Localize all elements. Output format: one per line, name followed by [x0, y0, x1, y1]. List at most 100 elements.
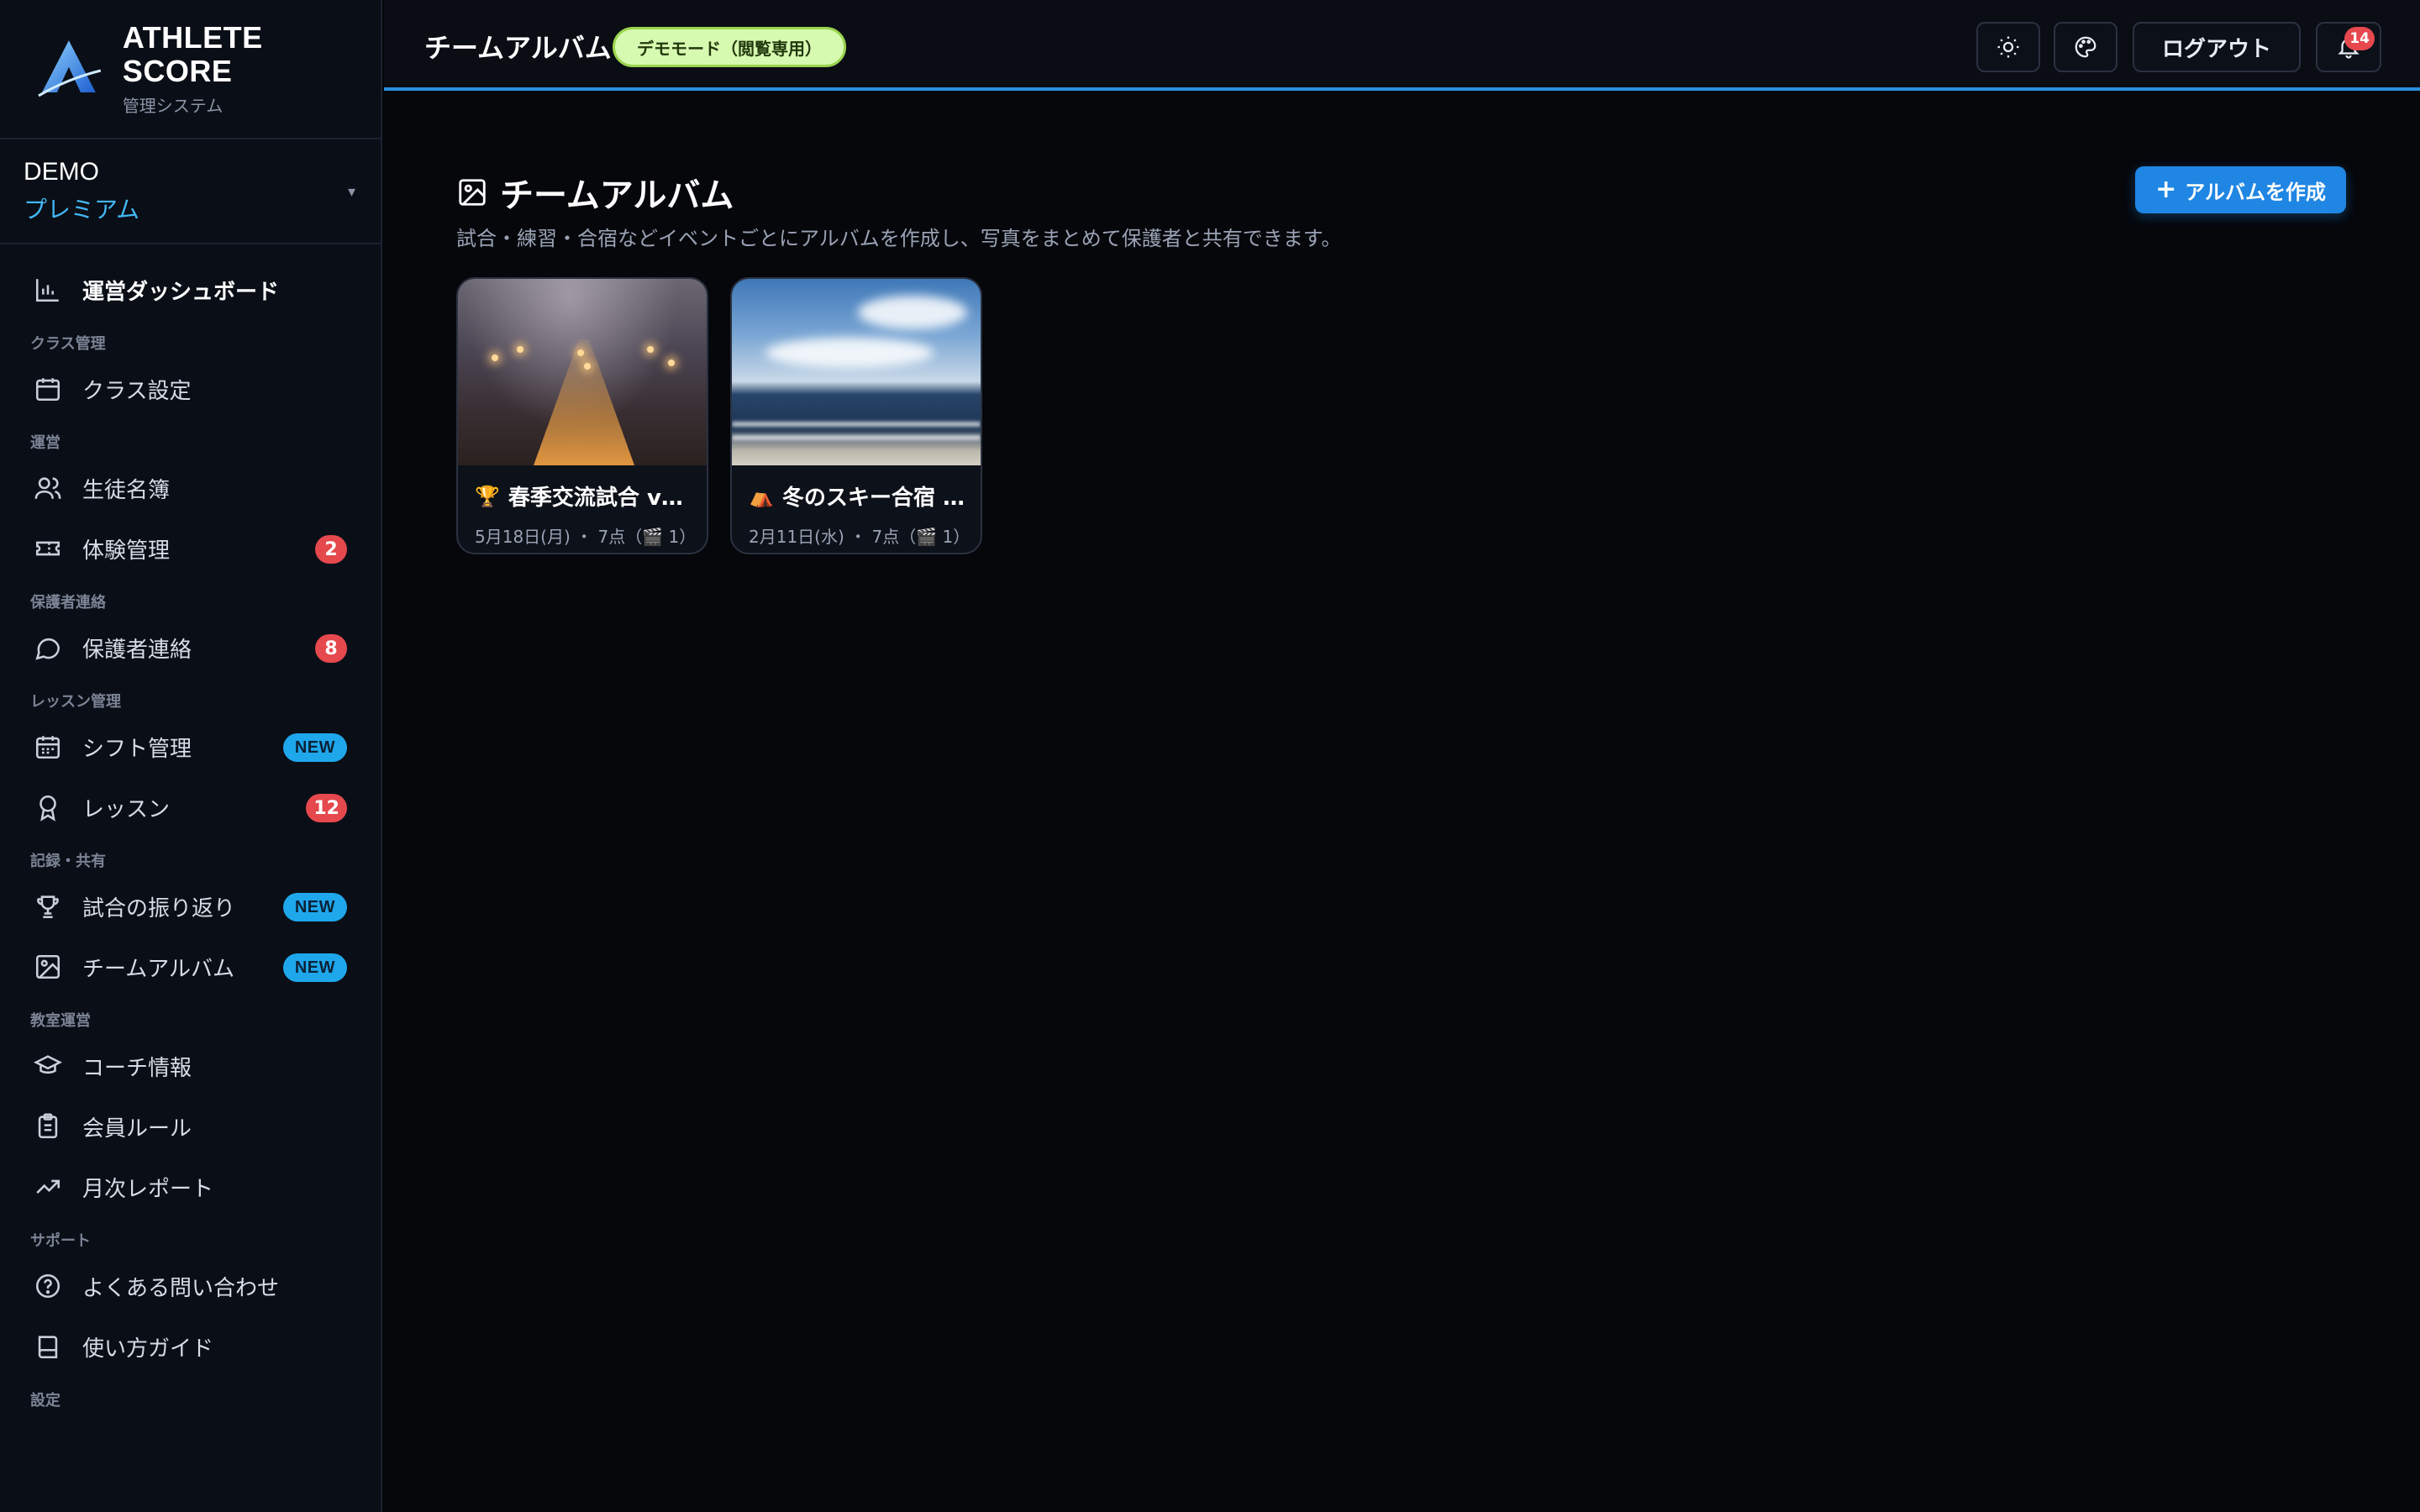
thumbnail-light — [668, 360, 675, 366]
new-badge: NEW — [282, 733, 347, 762]
album-meta: 2月11日(水) ・ 7点（🎬 1） — [749, 527, 971, 547]
sidebar-item-label: 運営ダッシュボード — [82, 279, 280, 305]
logout-button[interactable]: ログアウト — [2133, 22, 2301, 72]
parent-count-badge: 8 — [315, 634, 347, 663]
chevron-down-icon: ▾ — [347, 183, 355, 201]
plus-icon: + — [2155, 175, 2177, 204]
sidebar-item-label: レッスン — [82, 796, 171, 822]
sidebar-item-parent-contact[interactable]: 保護者連絡 8 — [0, 617, 381, 678]
album-grid: 🏆 春季交流試合 v… 5月18日(月) ・ 7点（🎬 1） ⛺ 冬のスキー合宿… — [456, 277, 982, 554]
sidebar-item-label: コーチ情報 — [82, 1055, 192, 1081]
album-thumbnail — [732, 279, 981, 465]
thumbnail-light — [517, 346, 523, 353]
album-thumbnail — [458, 279, 707, 465]
image-icon — [34, 953, 62, 981]
demo-mode-badge: デモモード（閲覧専用） — [613, 27, 846, 67]
create-album-button[interactable]: + アルバムを作成 — [2135, 166, 2346, 213]
help-circle-icon — [34, 1272, 62, 1300]
sidebar-item-label: 会員ルール — [82, 1116, 192, 1142]
album-card[interactable]: ⛺ 冬のスキー合宿 … 2月11日(水) ・ 7点（🎬 1） — [730, 277, 982, 554]
sidebar-item-rules[interactable]: 会員ルール — [0, 1096, 381, 1157]
sidebar-item-guide[interactable]: 使い方ガイド — [0, 1316, 381, 1377]
plan-name: DEMO — [24, 158, 99, 186]
section-label-parents: 保護者連絡 — [30, 594, 106, 612]
trophy-icon — [34, 892, 62, 921]
thumbnail-wave — [732, 422, 981, 427]
sidebar-item-lesson[interactable]: レッスン 12 — [0, 777, 381, 837]
album-title: ⛺ 冬のスキー合宿 … — [749, 480, 964, 512]
sidebar-item-match-review[interactable]: 試合の振り返り NEW — [0, 876, 381, 937]
sidebar-item-coach[interactable]: コーチ情報 — [0, 1036, 381, 1096]
sidebar-item-label: 保護者連絡 — [82, 637, 192, 663]
thumbnail-light — [647, 346, 654, 353]
sidebar: ATHLETE SCORE 管理システム DEMO プレミアム ▾ 運営ダッシュ… — [0, 0, 382, 1512]
award-icon — [34, 793, 62, 822]
trophy-icon: 🏆 — [475, 484, 500, 508]
book-icon — [34, 1332, 62, 1361]
message-circle-icon — [34, 633, 62, 662]
main-content: チームアルバム 試合・練習・合宿などイベントごとにアルバムを作成し、写真をまとめ… — [384, 94, 2420, 1512]
sidebar-item-students[interactable]: 生徒名簿 — [0, 458, 381, 518]
app-root: ATHLETE SCORE 管理システム DEMO プレミアム ▾ 運営ダッシュ… — [0, 0, 2420, 1512]
calendar-icon — [34, 375, 62, 403]
create-album-label: アルバムを作成 — [2185, 180, 2326, 204]
sidebar-item-shift[interactable]: シフト管理 NEW — [0, 717, 381, 777]
sidebar-nav: 運営ダッシュボード クラス管理 クラス設定 運営 生徒名簿 体験管理 2 保護者… — [0, 244, 381, 1415]
thumbnail-cloud — [858, 296, 967, 329]
sidebar-item-label: 月次レポート — [82, 1176, 214, 1202]
tent-icon: ⛺ — [749, 484, 774, 508]
section-label-settings: 設定 — [30, 1392, 60, 1410]
album-title-text: 冬のスキー合宿 … — [781, 486, 964, 511]
page-header: チームアルバム — [456, 168, 734, 217]
album-meta: 5月18日(月) ・ 7点（🎬 1） — [475, 527, 697, 547]
brand[interactable]: ATHLETE SCORE 管理システム — [0, 0, 381, 139]
section-label-school: 教室運営 — [30, 1012, 91, 1030]
topbar: チームアルバム デモモード（閲覧専用） ログアウト 14 — [384, 0, 2420, 91]
brand-title: ATHLETE SCORE — [122, 19, 263, 88]
thumbnail-wave — [732, 435, 981, 440]
plan-tier: プレミアム — [24, 196, 140, 223]
bar-chart-icon — [34, 276, 62, 304]
album-title: 🏆 春季交流試合 v… — [475, 480, 690, 512]
page-title: チームアルバム — [500, 176, 734, 215]
sidebar-item-label: 生徒名簿 — [82, 477, 171, 503]
thumbnail-road — [534, 339, 634, 465]
thumbnail-light — [577, 349, 584, 356]
sidebar-item-trial[interactable]: 体験管理 2 — [0, 518, 381, 579]
thumbnail-light — [584, 363, 591, 370]
sidebar-item-label: シフト管理 — [82, 736, 192, 762]
sidebar-item-label: 使い方ガイド — [82, 1336, 214, 1362]
section-label-class: クラス管理 — [30, 335, 106, 353]
sidebar-item-label: クラス設定 — [82, 378, 192, 404]
section-label-lesson: レッスン管理 — [30, 693, 121, 711]
palette-button[interactable] — [2054, 22, 2118, 72]
sidebar-item-team-album[interactable]: チームアルバム NEW — [0, 937, 381, 997]
sidebar-item-faq[interactable]: よくある問い合わせ — [0, 1256, 381, 1316]
brand-logo-icon — [38, 40, 102, 97]
sidebar-item-dashboard[interactable]: 運営ダッシュボード — [0, 260, 381, 320]
trial-count-badge: 2 — [315, 535, 347, 564]
sidebar-item-label: チームアルバム — [82, 956, 234, 982]
lesson-count-badge: 12 — [306, 794, 347, 822]
sidebar-item-label: よくある問い合わせ — [82, 1275, 280, 1301]
palette-icon — [2075, 36, 2096, 58]
album-card[interactable]: 🏆 春季交流試合 v… 5月18日(月) ・ 7点（🎬 1） — [456, 277, 708, 554]
theme-toggle-button[interactable] — [1976, 22, 2040, 72]
sidebar-item-label: 体験管理 — [82, 538, 171, 564]
notifications-button[interactable]: 14 — [2316, 22, 2381, 72]
new-badge: NEW — [282, 953, 347, 982]
image-icon — [459, 179, 486, 206]
notification-count-badge: 14 — [2344, 27, 2375, 50]
ticket-icon — [34, 534, 62, 563]
plan-selector[interactable]: DEMO プレミアム ▾ — [0, 139, 381, 244]
section-label-ops: 運営 — [30, 434, 60, 452]
new-badge: NEW — [282, 893, 347, 921]
sidebar-item-class-settings[interactable]: クラス設定 — [0, 359, 381, 419]
sidebar-item-label: 試合の振り返り — [82, 895, 236, 921]
sun-icon — [1997, 36, 2019, 58]
users-icon — [34, 474, 62, 502]
album-title-text: 春季交流試合 v… — [508, 486, 683, 511]
sidebar-item-report[interactable]: 月次レポート — [0, 1157, 381, 1217]
graduation-cap-icon — [33, 1052, 63, 1080]
calendar-days-icon — [34, 732, 62, 761]
